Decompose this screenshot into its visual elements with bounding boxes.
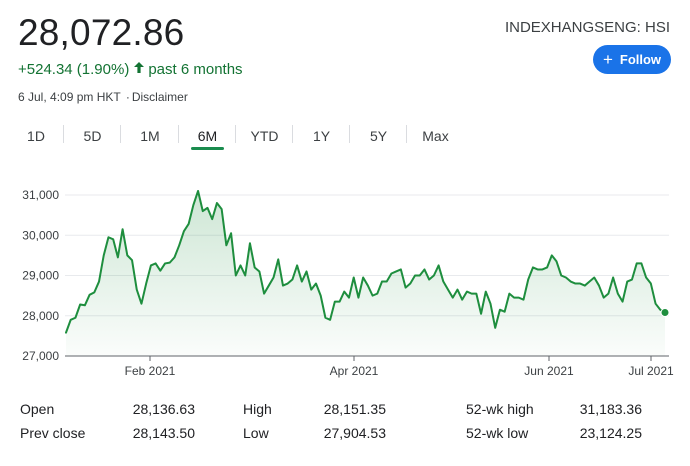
tab-ytd[interactable]: YTD [236,122,293,150]
high-label: High [243,401,272,417]
tab-1d[interactable]: 1D [8,122,64,150]
last-point [660,308,670,318]
y-tick-label: 28,000 [22,309,59,323]
y-tick-label: 27,000 [22,349,59,363]
disclaimer-link[interactable]: Disclaimer [132,90,188,104]
active-tab-indicator [191,147,224,150]
price-chart[interactable]: 27,000 28,000 29,000 30,000 31,000 Feb 2021 Ap… [0,175,690,385]
timestamp: 6 Jul, 4:09 pm HKT [18,90,121,104]
price-change: +524.34 (1.90%) past 6 months [18,61,243,78]
open-value: 28,136.63 [132,401,195,417]
follow-button[interactable]: + Follow [593,45,671,74]
tab-1m[interactable]: 1M [121,122,179,150]
plus-icon: + [602,50,613,69]
high-value: 28,151.35 [323,401,386,417]
stats-row-1: Open 28,136.63 High 28,151.35 52-wk high… [20,401,670,421]
wk52-high-value: 31,183.36 [579,401,642,417]
x-tick-label: Feb 2021 [125,364,176,378]
prev-close-value: 28,143.50 [132,425,195,441]
series-area [66,190,665,356]
range-tabs: 1D 5D 1M 6M YTD 1Y 5Y Max [8,122,464,152]
low-label: Low [243,425,269,441]
arrow-up-icon [133,61,145,78]
y-tick-label: 29,000 [22,269,59,283]
wk52-low-label: 52-wk low [466,425,529,441]
y-tick-label: 30,000 [22,228,59,242]
tab-max[interactable]: Max [407,122,464,150]
tab-6m[interactable]: 6M [179,122,236,150]
x-tick-label: Jul 2021 [628,364,674,378]
tab-5d[interactable]: 5D [64,122,121,150]
open-label: Open [20,401,55,417]
follow-label: Follow [619,52,662,67]
ticker-symbol: INDEXHANGSENG: HSI [504,19,670,36]
y-tick-label: 31,000 [22,188,59,202]
wk52-high-label: 52-wk high [466,401,534,417]
tab-5y[interactable]: 5Y [350,122,407,150]
timestamp-line: 6 Jul, 4:09 pm HKT · Disclaimer [18,90,188,104]
change-period: past 6 months [148,61,243,78]
change-value: +524.34 (1.90%) [18,61,130,78]
x-tick-label: Apr 2021 [330,364,379,378]
x-tick-label: Jun 2021 [524,364,574,378]
tab-1y[interactable]: 1Y [293,122,350,150]
low-value: 27,904.53 [323,425,386,441]
current-price: 28,072.86 [18,12,185,53]
wk52-low-value: 23,124.25 [579,425,642,441]
prev-close-label: Prev close [20,425,86,441]
stats-row-2: Prev close 28,143.50 Low 27,904.53 52-wk… [20,425,670,445]
